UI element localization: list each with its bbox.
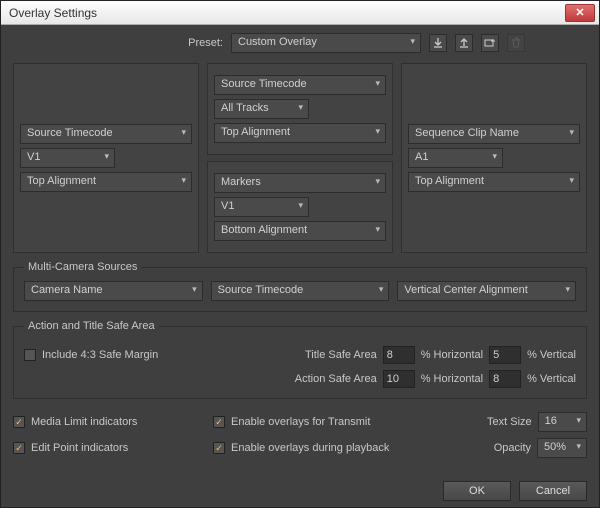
top-track-dropdown[interactable]: All Tracks <box>214 99 309 119</box>
bottom-track-dropdown[interactable]: V1 <box>214 197 309 217</box>
layout-grid: Source Timecode V1 Top Alignment Source … <box>13 63 587 253</box>
safearea-legend: Action and Title Safe Area <box>24 320 159 332</box>
media-limit-checkbox[interactable] <box>13 416 25 428</box>
include-43-label: Include 4:3 Safe Margin <box>42 349 158 361</box>
left-cell: Source Timecode V1 Top Alignment <box>13 63 199 253</box>
action-safe-label: Action Safe Area <box>295 373 377 385</box>
editpoint-label: Edit Point indicators <box>31 442 128 454</box>
preset-dropdown[interactable]: Custom Overlay <box>231 33 421 53</box>
options-row: Media Limit indicators Enable overlays f… <box>13 405 587 461</box>
pct-v-2: % Vertical <box>527 373 576 385</box>
mc-a-dropdown[interactable]: Camera Name <box>24 281 203 301</box>
delete-preset-icon <box>507 34 525 52</box>
textsize-label: Text Size <box>487 416 532 428</box>
action-h-input[interactable] <box>383 370 415 388</box>
include-43-checkbox[interactable] <box>24 349 36 361</box>
playback-label: Enable overlays during playback <box>231 442 389 454</box>
cancel-button[interactable]: Cancel <box>519 481 587 501</box>
title-h-input[interactable] <box>383 346 415 364</box>
right-line1-dropdown[interactable]: Sequence Clip Name <box>408 124 580 144</box>
pct-h-2: % Horizontal <box>421 373 483 385</box>
media-limit-label: Media Limit indicators <box>31 416 137 428</box>
right-cell: Sequence Clip Name A1 Top Alignment <box>401 63 587 253</box>
overlay-settings-window: Overlay Settings ✕ Preset: Custom Overla… <box>0 0 600 508</box>
multicam-legend: Multi-Camera Sources <box>24 261 141 273</box>
bottom-line1-dropdown[interactable]: Markers <box>214 173 386 193</box>
right-track-dropdown[interactable]: A1 <box>408 148 503 168</box>
top-line1-dropdown[interactable]: Source Timecode <box>214 75 386 95</box>
title-v-input[interactable] <box>489 346 521 364</box>
opacity-label: Opacity <box>494 442 531 454</box>
left-track-dropdown[interactable]: V1 <box>20 148 115 168</box>
preset-row: Preset: Custom Overlay <box>13 33 587 53</box>
preset-label: Preset: <box>173 37 223 49</box>
close-button[interactable]: ✕ <box>565 4 595 22</box>
dialog-buttons: OK Cancel <box>13 475 587 501</box>
multicam-fieldset: Multi-Camera Sources Camera Name Source … <box>13 261 587 312</box>
top-align-dropdown[interactable]: Top Alignment <box>214 123 386 143</box>
bottom-align-dropdown[interactable]: Bottom Alignment <box>214 221 386 241</box>
transmit-label: Enable overlays for Transmit <box>231 416 370 428</box>
right-align-dropdown[interactable]: Top Alignment <box>408 172 580 192</box>
safearea-fieldset: Action and Title Safe Area Include 4:3 S… <box>13 320 587 399</box>
mc-c-dropdown[interactable]: Vertical Center Alignment <box>397 281 576 301</box>
window-title: Overlay Settings <box>1 6 565 20</box>
transmit-checkbox[interactable] <box>213 416 225 428</box>
opacity-dropdown[interactable]: 50% <box>537 438 587 458</box>
playback-checkbox[interactable] <box>213 442 225 454</box>
import-preset-icon[interactable] <box>429 34 447 52</box>
left-align-dropdown[interactable]: Top Alignment <box>20 172 192 192</box>
export-preset-icon[interactable] <box>455 34 473 52</box>
titlebar: Overlay Settings ✕ <box>1 1 599 25</box>
content: Preset: Custom Overlay Source Timecode V… <box>1 25 599 507</box>
pct-v-1: % Vertical <box>527 349 576 361</box>
action-v-input[interactable] <box>489 370 521 388</box>
top-cell: Source Timecode All Tracks Top Alignment <box>207 63 393 155</box>
left-line1-dropdown[interactable]: Source Timecode <box>20 124 192 144</box>
mc-b-dropdown[interactable]: Source Timecode <box>211 281 390 301</box>
ok-button[interactable]: OK <box>443 481 511 501</box>
title-safe-label: Title Safe Area <box>305 349 377 361</box>
pct-h-1: % Horizontal <box>421 349 483 361</box>
editpoint-checkbox[interactable] <box>13 442 25 454</box>
new-preset-icon[interactable] <box>481 34 499 52</box>
bottom-cell: Markers V1 Bottom Alignment <box>207 161 393 253</box>
textsize-dropdown[interactable]: 16 <box>538 412 587 432</box>
